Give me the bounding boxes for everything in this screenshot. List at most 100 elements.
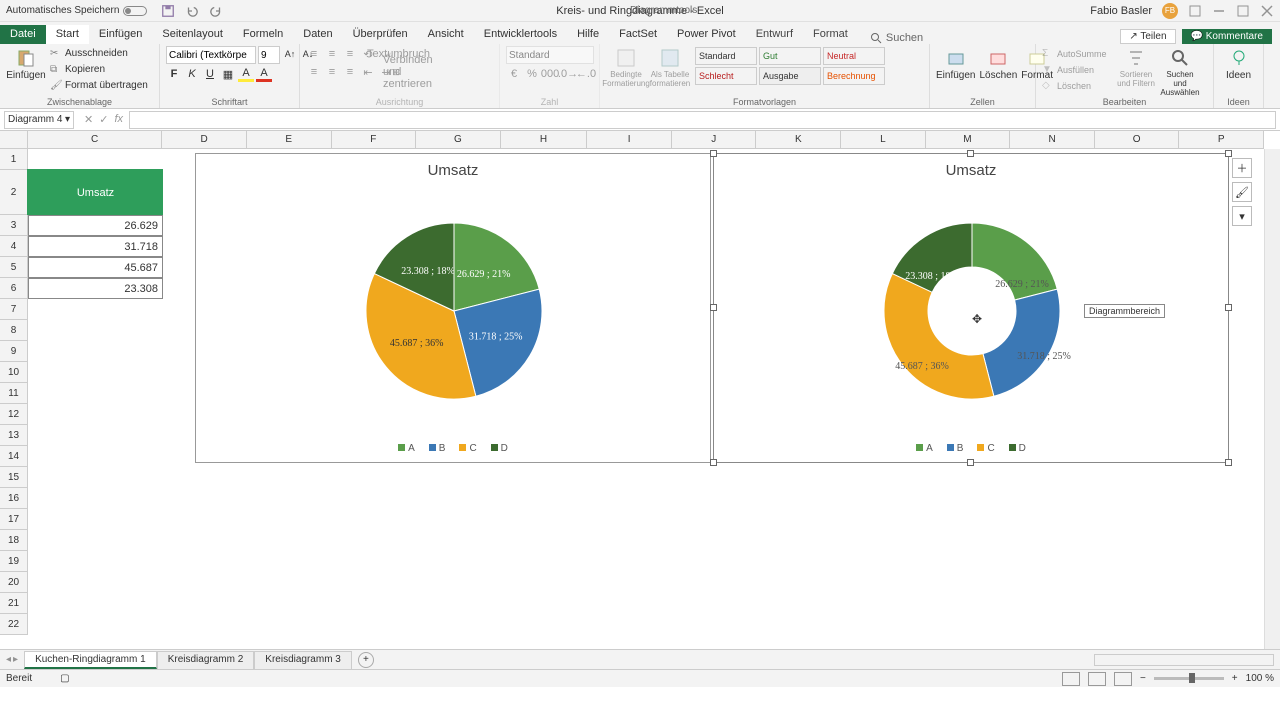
style-berechnung[interactable]: Berechnung [823, 67, 885, 85]
toggle-icon[interactable] [123, 6, 147, 16]
fill-color-button[interactable]: A [238, 66, 254, 82]
search-box[interactable]: Suchen [870, 32, 923, 44]
tab-power pivot[interactable]: Power Pivot [667, 25, 746, 44]
comments-button[interactable]: 💬 Kommentare [1182, 29, 1272, 44]
chart-title[interactable]: Umsatz [714, 154, 1228, 181]
row-10[interactable]: 10 [0, 362, 27, 383]
row-20[interactable]: 20 [0, 572, 27, 593]
chart-legend[interactable]: ABCD [196, 443, 710, 454]
legend-item-B[interactable]: B [429, 443, 446, 454]
insert-cells-button[interactable]: Einfügen [936, 46, 975, 81]
chart-elements-button[interactable]: ＋ [1232, 158, 1252, 178]
col-I[interactable]: I [587, 131, 672, 148]
row-6[interactable]: 6 [0, 278, 27, 299]
col-E[interactable]: E [247, 131, 332, 148]
font-color-button[interactable]: A [256, 66, 272, 82]
row-7[interactable]: 7 [0, 299, 27, 320]
merge-button[interactable]: ⊞ Verbinden und zentrieren [396, 64, 412, 80]
row-19[interactable]: 19 [0, 551, 27, 572]
find-select-button[interactable]: Suchen und Auswählen [1160, 46, 1200, 97]
cells-area[interactable]: Umsatz 26.629 31.718 45.687 23.308 Umsat… [28, 149, 1264, 649]
align-top-icon[interactable]: ≡ [306, 46, 322, 62]
tab-formeln[interactable]: Formeln [233, 25, 293, 44]
col-J[interactable]: J [672, 131, 757, 148]
sheet-tab-0[interactable]: Kuchen-Ringdiagramm 1 [24, 651, 157, 669]
align-mid-icon[interactable]: ≡ [324, 46, 340, 62]
tab-daten[interactable]: Daten [293, 25, 342, 44]
row-18[interactable]: 18 [0, 530, 27, 551]
vertical-scrollbar[interactable] [1264, 149, 1280, 649]
view-normal-button[interactable] [1062, 672, 1080, 686]
align-right-icon[interactable]: ≡ [342, 64, 358, 80]
fx-icon[interactable]: fx [114, 113, 123, 126]
row-12[interactable]: 12 [0, 404, 27, 425]
style-standard[interactable]: Standard [695, 47, 757, 65]
chart-title[interactable]: Umsatz [196, 154, 710, 181]
cell-c2-header[interactable]: Umsatz [28, 170, 163, 215]
maximize-icon[interactable] [1236, 4, 1250, 18]
row-17[interactable]: 17 [0, 509, 27, 530]
increase-font-icon[interactable]: A↑ [282, 46, 298, 62]
format-painter-button[interactable]: 🖌Format übertragen [50, 78, 148, 93]
row-2[interactable]: 2 [0, 170, 27, 215]
tab-entwicklertools[interactable]: Entwicklertools [474, 25, 567, 44]
align-left-icon[interactable]: ≡ [306, 64, 322, 80]
row-13[interactable]: 13 [0, 425, 27, 446]
ideas-button[interactable]: Ideen [1220, 46, 1257, 81]
tab-factset[interactable]: FactSet [609, 25, 667, 44]
row-4[interactable]: 4 [0, 236, 27, 257]
macro-record-icon[interactable]: ▢ [60, 673, 69, 684]
resize-handle-w[interactable] [710, 304, 717, 311]
underline-button[interactable]: U [202, 66, 218, 82]
autosave-toggle[interactable]: Automatisches Speichern [6, 5, 147, 16]
number-format-select[interactable] [506, 46, 594, 64]
chart-doughnut[interactable]: Umsatz 26.629 ; 21%31.718 ; 25%45.687 ; … [713, 153, 1229, 463]
col-L[interactable]: L [841, 131, 926, 148]
enter-formula-icon[interactable]: ✓ [99, 113, 108, 126]
zoom-slider[interactable] [1154, 677, 1224, 680]
row-11[interactable]: 11 [0, 383, 27, 404]
delete-cells-button[interactable]: Löschen [979, 46, 1017, 81]
legend-item-C[interactable]: C [977, 443, 994, 454]
conditional-formatting-button[interactable]: Bedingte Formatierung [606, 46, 646, 88]
resize-handle-se[interactable] [1225, 459, 1232, 466]
percent-icon[interactable]: % [524, 66, 540, 82]
resize-handle-s[interactable] [967, 459, 974, 466]
resize-handle-nw[interactable] [710, 150, 717, 157]
col-K[interactable]: K [756, 131, 841, 148]
bold-button[interactable]: F [166, 66, 182, 82]
redo-icon[interactable] [209, 4, 223, 18]
sheet-tab-1[interactable]: Kreisdiagramm 2 [157, 651, 255, 669]
paste-button[interactable]: Einfügen [6, 46, 46, 81]
chart-filter-button[interactable]: ▾ [1232, 206, 1252, 226]
autosum-button[interactable]: ΣAutoSumme [1042, 46, 1112, 61]
row-15[interactable]: 15 [0, 467, 27, 488]
undo-icon[interactable] [185, 4, 199, 18]
slice-B[interactable] [983, 289, 1060, 396]
sheet-tab-2[interactable]: Kreisdiagramm 3 [254, 651, 352, 669]
pie-plot[interactable]: 26.629 ; 21%31.718 ; 25%45.687 ; 36%23.3… [196, 181, 712, 431]
indent-dec-icon[interactable]: ⇤ [360, 64, 376, 80]
cut-button[interactable]: ✂Ausschneiden [50, 46, 148, 61]
name-box[interactable]: Diagramm 4▾ [4, 111, 74, 129]
view-layout-button[interactable] [1088, 672, 1106, 686]
dec-decimal-icon[interactable]: ←.0 [578, 66, 594, 82]
col-N[interactable]: N [1010, 131, 1095, 148]
tab-ansicht[interactable]: Ansicht [418, 25, 474, 44]
style-neutral[interactable]: Neutral [823, 47, 885, 65]
close-icon[interactable] [1260, 4, 1274, 18]
legend-item-C[interactable]: C [459, 443, 476, 454]
row-22[interactable]: 22 [0, 614, 27, 635]
inc-decimal-icon[interactable]: .0→ [560, 66, 576, 82]
cell-c3[interactable]: 26.629 [28, 215, 163, 236]
tab-format[interactable]: Format [803, 25, 858, 44]
col-C[interactable]: C [28, 131, 162, 148]
col-O[interactable]: O [1095, 131, 1180, 148]
col-M[interactable]: M [926, 131, 1011, 148]
thousands-icon[interactable]: 000 [542, 66, 558, 82]
tab-hilfe[interactable]: Hilfe [567, 25, 609, 44]
row-8[interactable]: 8 [0, 320, 27, 341]
resize-handle-sw[interactable] [710, 459, 717, 466]
resize-handle-n[interactable] [967, 150, 974, 157]
tab-file[interactable]: Datei [0, 25, 46, 44]
